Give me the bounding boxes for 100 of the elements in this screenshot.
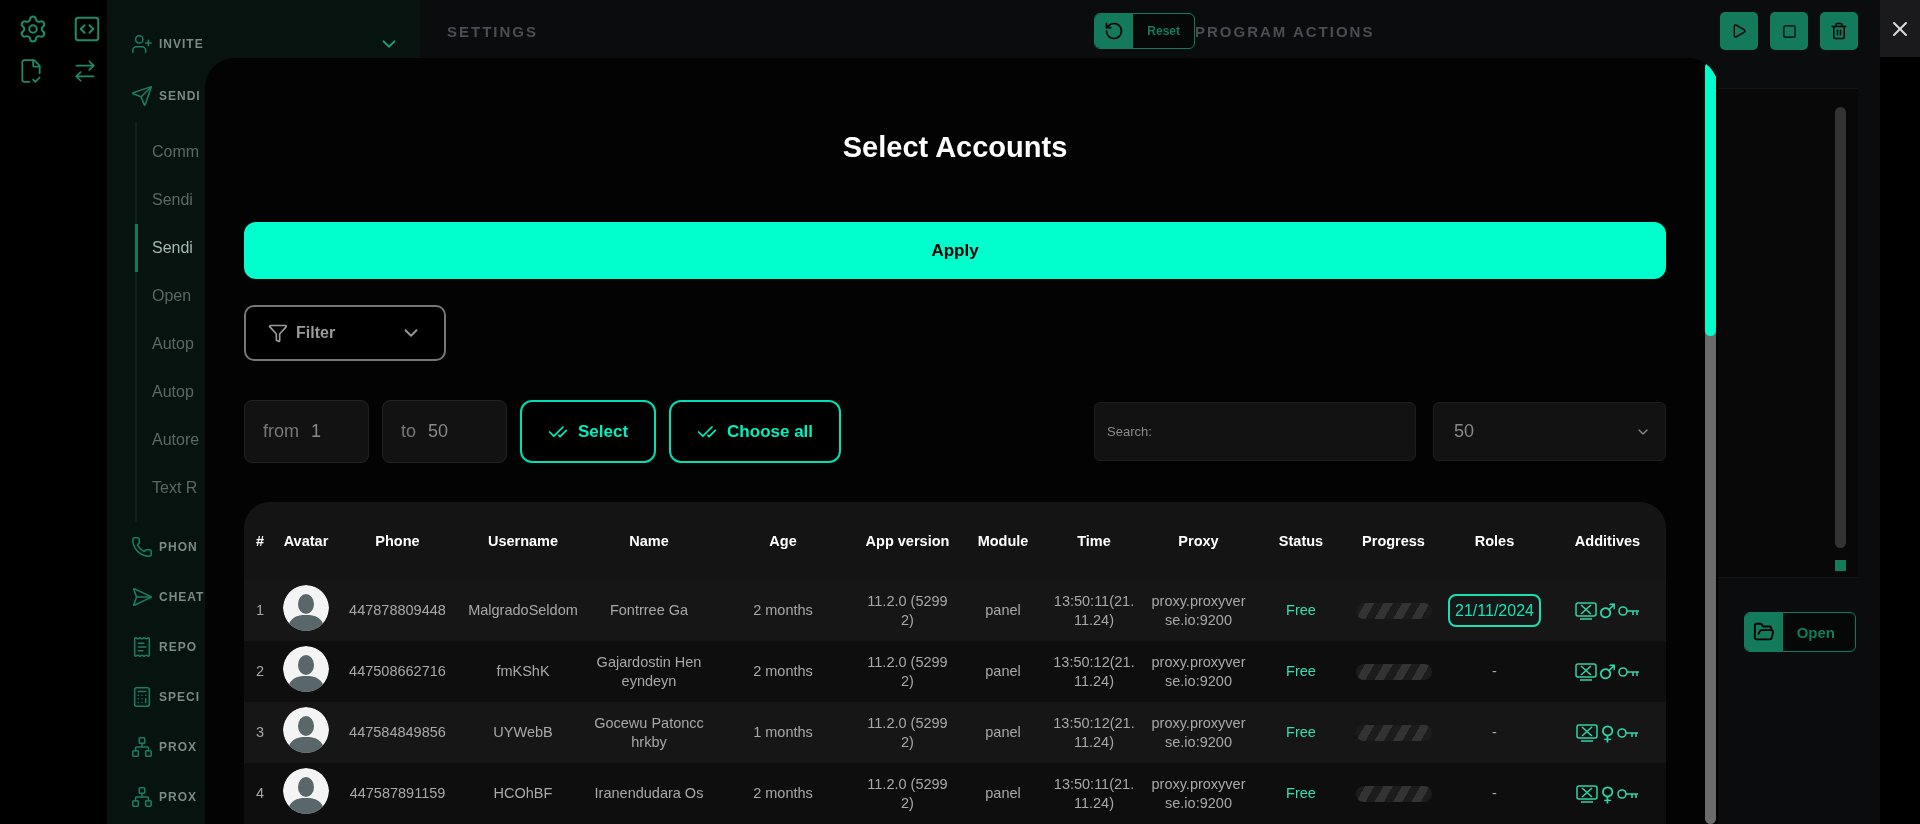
table-cell: 1 [244,580,276,641]
page-size-select[interactable]: 50 [1433,402,1666,461]
table-cell: 2 months [711,763,855,824]
code-window-icon[interactable] [72,14,102,44]
table-cell: 447508662716 [336,641,459,702]
column-header[interactable]: Additives [1549,502,1666,580]
table-cell: Fontrree Ga [587,580,711,641]
screen-x-icon [1576,784,1599,803]
column-header[interactable]: # [244,502,276,580]
table-cell: - [1440,641,1549,702]
field-label: from [263,421,299,442]
dialog-title: Select Accounts [841,130,1069,164]
checklist-icon[interactable] [18,58,44,84]
table-cell: 2 [244,641,276,702]
key-icon [1618,665,1641,678]
section-title[interactable]: SPECI [159,690,200,704]
scrollbar-thumb[interactable] [1705,62,1716,337]
table-cell: UYWebB [459,702,587,763]
section-title[interactable]: PHON [159,540,198,554]
avatar [283,707,329,753]
table-cell: 11.2.0 (52992) [855,702,960,763]
number-input[interactable]: 50 [428,421,468,442]
field-label: to [401,421,416,442]
settings-icon[interactable] [18,14,48,44]
section-title: PROGRAM ACTIONS [1195,22,1375,40]
table-cell: 13:50:12(21.11.24) [1046,702,1142,763]
status-text: Free [1255,641,1347,702]
apply-button[interactable]: Apply [244,222,1666,279]
column-header[interactable]: Avatar [276,502,336,580]
table-cell: 447878809448 [336,580,459,641]
screen-x-icon [1574,601,1597,620]
table-cell: panel [960,580,1046,641]
choose-all-button[interactable]: Choose all [669,400,842,463]
table-cell: 13:50:11(21.11.24) [1046,763,1142,824]
swap-icon[interactable] [72,58,98,84]
table-cell: 1 months [711,702,855,763]
gender-symbol: ♀ [1600,722,1615,743]
reset-button[interactable]: Reset [1094,13,1195,49]
scrollbar[interactable] [1835,107,1846,548]
avatar [283,768,329,814]
table-cell: HCOhBF [459,763,587,824]
table-cell: Gajardostin Heneyndeyn [587,641,711,702]
table-cell: proxy.proxyverse.io:9200 [1142,702,1255,763]
column-header[interactable]: Roles [1440,502,1549,580]
filter-dropdown[interactable]: Filter [244,305,446,361]
close-button[interactable] [1880,0,1920,57]
key-icon [1616,726,1639,739]
gender-symbol: ♂ [1598,600,1617,621]
number-input[interactable]: 1 [311,421,351,442]
section-title[interactable]: INVITE [159,37,204,51]
column-header[interactable]: Name [587,502,711,580]
table-cell: panel [960,702,1046,763]
delete-button[interactable] [1820,12,1858,50]
table-cell: 2 months [711,580,855,641]
play-button[interactable] [1720,12,1758,50]
stop-icon [1781,23,1797,39]
table-cell: proxy.proxyverse.io:9200 [1142,580,1255,641]
table-cell: panel [960,641,1046,702]
table-cell: 13:50:11(21.11.24) [1046,580,1142,641]
table-cell: proxy.proxyverse.io:9200 [1142,641,1255,702]
column-header[interactable]: Progress [1347,502,1440,580]
open-button[interactable]: Open [1743,612,1856,652]
play-icon [1731,23,1747,39]
column-header[interactable]: Phone [336,502,459,580]
table-cell: 11.2.0 (52992) [855,641,960,702]
search-field[interactable]: Search: [1094,402,1416,461]
table-cell: 13:50:12(21.11.24) [1046,641,1142,702]
user-add-icon [131,33,153,55]
column-header[interactable]: Time [1046,502,1142,580]
status-text: Free [1255,580,1347,641]
table-cell: proxy.proxyverse.io:9200 [1142,763,1255,824]
section-title[interactable]: REPO [159,640,197,654]
select-button[interactable]: Select [520,400,657,463]
column-header[interactable]: App version [855,502,960,580]
column-header[interactable]: Status [1255,502,1347,580]
table-cell: 447584849856 [336,702,459,763]
gender-symbol: ♀ [1600,783,1615,804]
screen-x-icon [1576,723,1599,742]
filter-icon [268,323,288,343]
avatar [283,585,329,631]
stop-button[interactable] [1770,12,1808,50]
table-cell: Gocewu Patoncchrkby [587,702,711,763]
column-header[interactable]: Proxy [1142,502,1255,580]
gender-symbol: ♂ [1598,661,1617,682]
section-title[interactable]: PROX [159,790,197,804]
folder-icon [1752,621,1775,643]
screen-x-icon [1574,662,1597,681]
section-title[interactable]: PROX [159,740,197,754]
table-cell: 3 [244,702,276,763]
column-header[interactable]: Module [960,502,1046,580]
status-text: Free [1255,702,1347,763]
resize-handle[interactable] [1835,560,1846,571]
date-badge: 21/11/2024 [1448,594,1541,627]
reset-icon [1104,21,1125,41]
column-header[interactable]: Age [711,502,855,580]
section-title[interactable]: SENDI [159,89,201,103]
section-title[interactable]: CHEAT [159,590,205,604]
scrollbar[interactable] [1705,62,1716,824]
column-header[interactable]: Username [459,502,587,580]
table-cell: 11.2.0 (52992) [855,763,960,824]
